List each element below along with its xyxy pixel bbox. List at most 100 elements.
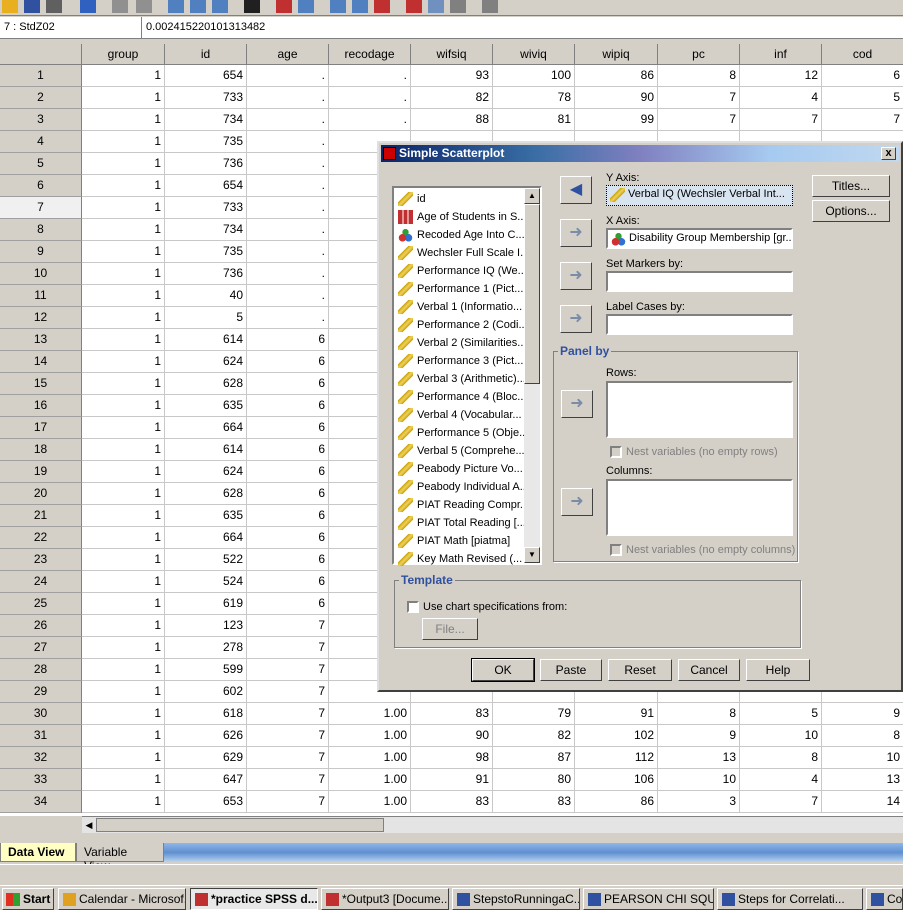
table-cell[interactable]: .: [329, 65, 411, 87]
row-header[interactable]: 20: [0, 483, 82, 505]
table-cell[interactable]: 90: [411, 725, 493, 747]
table-cell[interactable]: 736: [165, 153, 247, 175]
taskbar-item[interactable]: Correla: [866, 888, 903, 910]
row-header[interactable]: 6: [0, 175, 82, 197]
options-button[interactable]: Options...: [812, 200, 890, 222]
table-cell[interactable]: 6: [247, 549, 329, 571]
table-cell[interactable]: 82: [411, 87, 493, 109]
save-icon[interactable]: [24, 0, 40, 13]
table-cell[interactable]: 618: [165, 703, 247, 725]
table-cell[interactable]: 602: [165, 681, 247, 703]
find-icon[interactable]: [244, 0, 260, 13]
move-set-markers-button[interactable]: ➜: [560, 262, 592, 290]
table-cell[interactable]: 1: [82, 791, 165, 813]
table-cell[interactable]: 1: [82, 725, 165, 747]
reset-button[interactable]: Reset: [608, 659, 672, 681]
table-cell[interactable]: 6: [247, 593, 329, 615]
row-header[interactable]: 16: [0, 395, 82, 417]
table-cell[interactable]: .: [247, 197, 329, 219]
variable-list-scroll-thumb[interactable]: [524, 204, 540, 384]
taskbar-item[interactable]: PEARSON CHI SQU...: [583, 888, 714, 910]
variable-list-item[interactable]: Performance 5 (Obje...: [396, 424, 524, 442]
column-header-wifsiq[interactable]: wifsiq: [411, 44, 493, 65]
table-cell[interactable]: 1: [82, 109, 165, 131]
taskbar-item[interactable]: Calendar - Microsof...: [58, 888, 186, 910]
table-cell[interactable]: 80: [493, 769, 575, 791]
table-cell[interactable]: 522: [165, 549, 247, 571]
variable-list-item[interactable]: Performance 2 (Codi...: [396, 316, 524, 334]
row-header[interactable]: 10: [0, 263, 82, 285]
column-header-recodage[interactable]: recodage: [329, 44, 411, 65]
cell-value-field[interactable]: 0.00241522010131348​2: [146, 21, 265, 33]
variable-list-scrollbar[interactable]: ▲ ▼: [524, 188, 540, 563]
table-cell[interactable]: 1: [82, 527, 165, 549]
variable-list-item[interactable]: Recoded Age Into C...: [396, 226, 524, 244]
table-cell[interactable]: 626: [165, 725, 247, 747]
help-button[interactable]: Help: [746, 659, 810, 681]
row-header[interactable]: 15: [0, 373, 82, 395]
table-cell[interactable]: 4: [740, 769, 822, 791]
table-cell[interactable]: 13: [658, 747, 740, 769]
table-cell[interactable]: 83: [411, 703, 493, 725]
table-cell[interactable]: 1: [82, 703, 165, 725]
table-cell[interactable]: 7: [247, 725, 329, 747]
table-cell[interactable]: 1: [82, 219, 165, 241]
table-cell[interactable]: 1: [82, 769, 165, 791]
insert-variable-icon[interactable]: [298, 0, 314, 13]
variable-list-item[interactable]: Performance 1 (Pict...: [396, 280, 524, 298]
table-cell[interactable]: 1: [82, 263, 165, 285]
table-cell[interactable]: 7: [658, 109, 740, 131]
table-cell[interactable]: 1: [82, 395, 165, 417]
table-cell[interactable]: 1: [82, 439, 165, 461]
select-cases-icon[interactable]: [374, 0, 390, 13]
row-header[interactable]: 21: [0, 505, 82, 527]
table-cell[interactable]: 1.00: [329, 791, 411, 813]
table-cell[interactable]: 1: [82, 351, 165, 373]
table-cell[interactable]: 1.00: [329, 703, 411, 725]
scroll-thumb[interactable]: [96, 818, 384, 832]
dialog-recall-icon[interactable]: [80, 0, 96, 13]
table-cell[interactable]: .: [329, 109, 411, 131]
table-cell[interactable]: 7: [247, 791, 329, 813]
table-cell[interactable]: 6: [247, 329, 329, 351]
table-cell[interactable]: 40: [165, 285, 247, 307]
row-header[interactable]: 8: [0, 219, 82, 241]
table-cell[interactable]: 7: [247, 681, 329, 703]
row-header[interactable]: 32: [0, 747, 82, 769]
taskbar-item[interactable]: StepstoRunningaC...: [452, 888, 580, 910]
table-cell[interactable]: 1.00: [329, 769, 411, 791]
table-cell[interactable]: 1: [82, 659, 165, 681]
table-cell[interactable]: 8: [658, 703, 740, 725]
table-cell[interactable]: 86: [575, 65, 658, 87]
variable-list-item[interactable]: Verbal 2 (Similarities...: [396, 334, 524, 352]
variable-list-item[interactable]: id: [396, 190, 524, 208]
table-cell[interactable]: 614: [165, 329, 247, 351]
goto-variable-icon[interactable]: [190, 0, 206, 13]
table-cell[interactable]: 654: [165, 65, 247, 87]
table-cell[interactable]: 106: [575, 769, 658, 791]
table-cell[interactable]: 13: [822, 769, 903, 791]
table-cell[interactable]: 9: [822, 703, 903, 725]
table-cell[interactable]: 1: [82, 65, 165, 87]
row-header[interactable]: 12: [0, 307, 82, 329]
variable-list-item[interactable]: Verbal 5 (Comprehe...: [396, 442, 524, 460]
table-cell[interactable]: 112: [575, 747, 658, 769]
row-header[interactable]: 9: [0, 241, 82, 263]
table-cell[interactable]: .: [247, 219, 329, 241]
table-cell[interactable]: 6: [247, 571, 329, 593]
table-cell[interactable]: .: [247, 307, 329, 329]
table-cell[interactable]: 524: [165, 571, 247, 593]
table-cell[interactable]: 733: [165, 197, 247, 219]
row-header[interactable]: 30: [0, 703, 82, 725]
table-cell[interactable]: 1: [82, 637, 165, 659]
row-header[interactable]: 28: [0, 659, 82, 681]
redo-icon[interactable]: [136, 0, 152, 13]
table-cell[interactable]: 7: [247, 703, 329, 725]
table-cell[interactable]: 735: [165, 131, 247, 153]
row-header[interactable]: 13: [0, 329, 82, 351]
table-cell[interactable]: 1: [82, 153, 165, 175]
table-cell[interactable]: 1.00: [329, 725, 411, 747]
table-cell[interactable]: 734: [165, 109, 247, 131]
corner-cell[interactable]: [0, 44, 82, 65]
file-button[interactable]: File...: [422, 618, 478, 640]
